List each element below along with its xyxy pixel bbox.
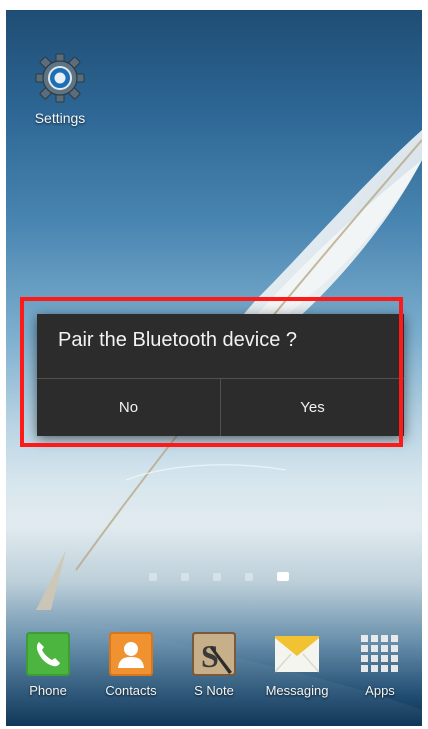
contacts-icon	[109, 632, 153, 676]
page-dot[interactable]	[245, 573, 253, 581]
dock-label: Phone	[29, 683, 67, 698]
settings-shortcut[interactable]: Settings	[20, 52, 100, 126]
dock-item-s-note[interactable]: S S Note	[172, 632, 256, 698]
page-dot[interactable]	[181, 573, 189, 581]
dock-label: S Note	[194, 683, 234, 698]
page-dot[interactable]	[213, 573, 221, 581]
app-dock: Phone Contacts S S Note Messaging Apps	[6, 632, 422, 722]
page-dot-active[interactable]	[277, 572, 289, 581]
page-dot[interactable]	[149, 573, 157, 581]
dock-label: Contacts	[105, 683, 157, 698]
dock-item-messaging[interactable]: Messaging	[255, 632, 339, 698]
settings-label: Settings	[34, 110, 86, 126]
s-note-icon: S	[192, 632, 236, 676]
apps-grid-icon	[361, 635, 398, 672]
messaging-icon	[275, 636, 319, 673]
dock-label: Apps	[365, 683, 395, 698]
highlight-frame	[20, 297, 403, 447]
page-indicator	[149, 570, 299, 584]
phone-icon	[26, 632, 70, 676]
dock-item-contacts[interactable]: Contacts	[89, 632, 173, 698]
dock-item-phone[interactable]: Phone	[6, 632, 90, 698]
gear-icon	[35, 53, 85, 103]
dock-item-apps[interactable]: Apps	[338, 632, 422, 698]
dock-label: Messaging	[265, 683, 329, 698]
